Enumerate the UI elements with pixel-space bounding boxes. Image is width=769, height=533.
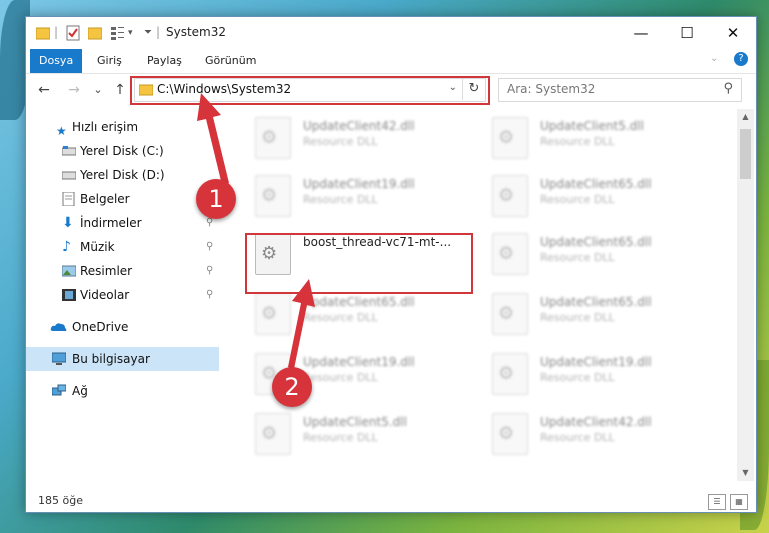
arrow-2-icon bbox=[288, 279, 315, 369]
explorer-window: | ▾ ⏷ | System32 — ☐ ✕ Dosya Giriş Payla… bbox=[25, 16, 757, 513]
arrow-1-icon bbox=[197, 93, 229, 185]
step-2-badge: 2 bbox=[272, 367, 312, 407]
annotation-arrows bbox=[197, 93, 315, 369]
step-1-badge: 1 bbox=[196, 179, 236, 219]
